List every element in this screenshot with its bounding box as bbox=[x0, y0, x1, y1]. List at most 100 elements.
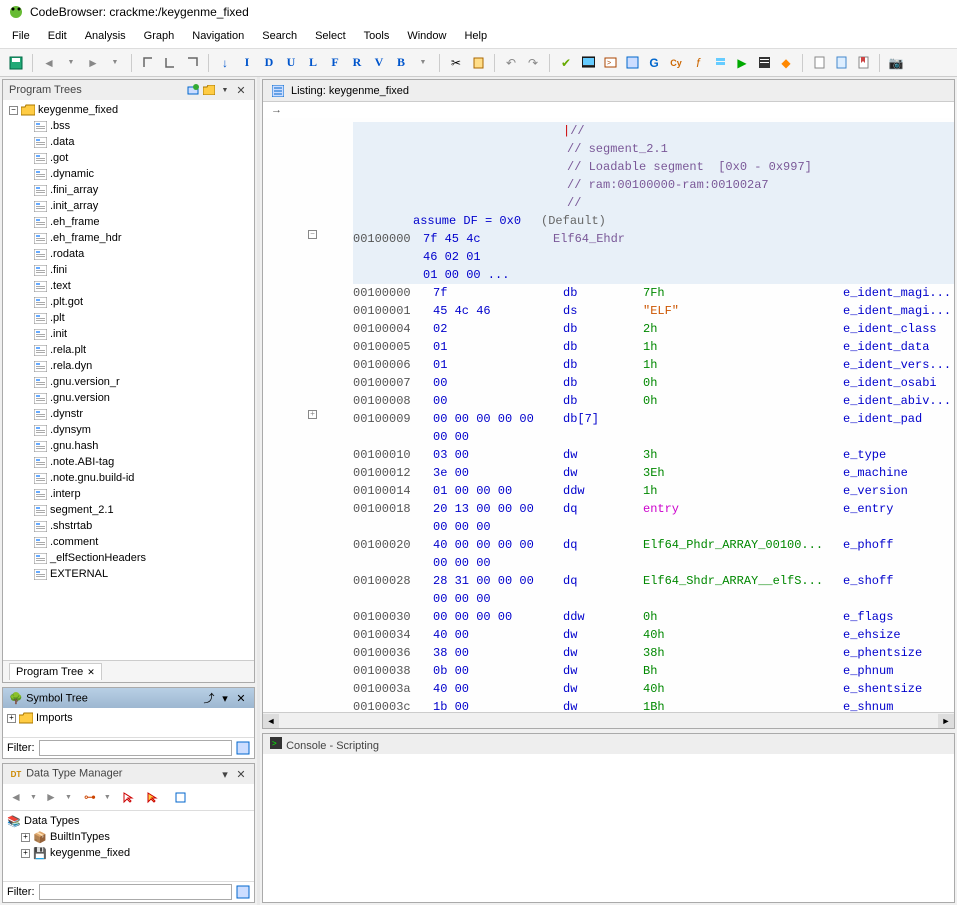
listing-body[interactable]: |// // segment_2.1 // Loadable segment [… bbox=[263, 118, 954, 712]
expand-icon[interactable]: + bbox=[7, 714, 16, 723]
cursor2-icon[interactable] bbox=[143, 787, 163, 807]
paste-icon[interactable] bbox=[468, 53, 488, 73]
close-icon[interactable]: ✕ bbox=[234, 767, 248, 781]
tree-node-section[interactable]: .fini_array bbox=[31, 182, 252, 198]
asm-line[interactable]: 0010002828 31 00 00 00dqElf64_Shdr_ARRAY… bbox=[353, 572, 954, 590]
dt-tree[interactable]: 📚 Data Types + 📦 BuiltInTypes + 💾 keygen… bbox=[3, 811, 254, 881]
listing-hscroll[interactable]: ◄ ► bbox=[263, 712, 954, 728]
box-icon[interactable] bbox=[171, 787, 191, 807]
tree-node-imports[interactable]: + Imports bbox=[5, 710, 252, 726]
tree-node-section[interactable]: _elfSectionHeaders bbox=[31, 550, 252, 566]
tree-node-program[interactable]: + 💾 keygenme_fixed bbox=[19, 845, 252, 861]
doc1-icon[interactable] bbox=[809, 53, 829, 73]
tree-node-section[interactable]: .rodata bbox=[31, 246, 252, 262]
cursor-icon[interactable] bbox=[119, 787, 139, 807]
goto-icon[interactable]: ⤴ bbox=[202, 691, 216, 705]
dropdown-icon[interactable]: ▼ bbox=[218, 83, 232, 97]
asm-line[interactable]: 00 00 00 bbox=[353, 554, 954, 572]
asm-line[interactable]: 0010000145 4c 46ds"ELF"e_ident_magi... bbox=[353, 302, 954, 320]
collapse-icon[interactable]: − bbox=[9, 106, 18, 115]
console-icon[interactable]: > bbox=[600, 53, 620, 73]
tree-node-section[interactable]: .got bbox=[31, 150, 252, 166]
menu-edit[interactable]: Edit bbox=[40, 26, 75, 46]
tree-node-section[interactable]: .plt.got bbox=[31, 294, 252, 310]
asm-line[interactable]: 0010002040 00 00 00 00dqElf64_Phdr_ARRAY… bbox=[353, 536, 954, 554]
symbol-tree[interactable]: + Imports bbox=[3, 708, 254, 737]
back-drop-icon[interactable]: ▼ bbox=[61, 53, 81, 73]
back-icon[interactable]: ◄ bbox=[6, 787, 26, 807]
play-icon[interactable]: ▶ bbox=[732, 53, 752, 73]
tree-node-section[interactable]: .text bbox=[31, 278, 252, 294]
tree-node-section[interactable]: .shstrtab bbox=[31, 518, 252, 534]
tree-node-section[interactable]: .note.gnu.build-id bbox=[31, 470, 252, 486]
display-icon[interactable] bbox=[578, 53, 598, 73]
nav-right-icon[interactable] bbox=[182, 53, 202, 73]
close-icon[interactable]: ✕ bbox=[234, 83, 248, 97]
filter-options-icon[interactable] bbox=[236, 885, 250, 899]
letter-b-icon[interactable]: B bbox=[391, 53, 411, 73]
bookmark-icon[interactable] bbox=[853, 53, 873, 73]
tree-node-section[interactable]: .dynstr bbox=[31, 406, 252, 422]
tree-icon[interactable]: ⊶ bbox=[80, 787, 100, 807]
dt-filter-input[interactable] bbox=[39, 884, 233, 900]
tree-node-section[interactable]: .rela.dyn bbox=[31, 358, 252, 374]
tree-node-section[interactable]: .dynsym bbox=[31, 422, 252, 438]
fwd-drop-icon[interactable]: ▼ bbox=[105, 53, 125, 73]
menu-search[interactable]: Search bbox=[254, 26, 305, 46]
tree-node-section[interactable]: segment_2.1 bbox=[31, 502, 252, 518]
asm-line[interactable]: 001000380b 00dwBhe_phnum bbox=[353, 662, 954, 680]
letter-d-icon[interactable]: D bbox=[259, 53, 279, 73]
filter-options-icon[interactable] bbox=[236, 741, 250, 755]
back-icon[interactable]: ◄ bbox=[39, 53, 59, 73]
arrow-down-icon[interactable]: ↓ bbox=[215, 53, 235, 73]
menu-icon[interactable]: ▾ bbox=[218, 767, 232, 781]
nav-down-icon[interactable] bbox=[160, 53, 180, 73]
menu-help[interactable]: Help bbox=[456, 26, 495, 46]
redo-icon[interactable]: ↷ bbox=[523, 53, 543, 73]
tree-node-builtin[interactable]: + 📦 BuiltInTypes bbox=[19, 829, 252, 845]
tree-node-section[interactable]: .gnu.hash bbox=[31, 438, 252, 454]
asm-line[interactable]: 0010000700db0he_ident_osabi bbox=[353, 374, 954, 392]
asm-line[interactable]: 0010000800db0he_ident_abiv... bbox=[353, 392, 954, 410]
tree-node-section[interactable]: .eh_frame_hdr bbox=[31, 230, 252, 246]
asm-line[interactable]: 0010003638 00dw38he_phentsize bbox=[353, 644, 954, 662]
letter-l-icon[interactable]: L bbox=[303, 53, 323, 73]
asm-line[interactable]: 0010000402db2he_ident_class bbox=[353, 320, 954, 338]
fwd-icon[interactable]: ► bbox=[83, 53, 103, 73]
asm-line[interactable]: 001000007fdb7Fhe_ident_magi... bbox=[353, 284, 954, 302]
asm-line[interactable]: 0010003000 00 00 00ddw0he_flags bbox=[353, 608, 954, 626]
save-icon[interactable] bbox=[6, 53, 26, 73]
tree-node-section[interactable]: .comment bbox=[31, 534, 252, 550]
check-icon[interactable]: ✔ bbox=[556, 53, 576, 73]
tab-close-icon[interactable]: ✕ bbox=[87, 667, 95, 678]
asm-line[interactable]: 0010000601db1he_ident_vers... bbox=[353, 356, 954, 374]
tree-node-section[interactable]: .bss bbox=[31, 118, 252, 134]
fwd-icon[interactable]: ► bbox=[41, 787, 61, 807]
tree-root-node[interactable]: − keygenme_fixed bbox=[7, 102, 252, 118]
asm-line[interactable]: 0010001820 13 00 00 00dqentrye_entry bbox=[353, 500, 954, 518]
tree-node-datatypes[interactable]: 📚 Data Types bbox=[5, 813, 252, 829]
menu-window[interactable]: Window bbox=[399, 26, 454, 46]
refresh-icon[interactable] bbox=[186, 83, 200, 97]
stack-icon[interactable] bbox=[710, 53, 730, 73]
asm-line[interactable]: 00 00 00 bbox=[353, 518, 954, 536]
menu-graph[interactable]: Graph bbox=[136, 26, 183, 46]
snapshot-icon[interactable]: 📷 bbox=[886, 53, 906, 73]
tree-node-section[interactable]: .plt bbox=[31, 310, 252, 326]
asm-line[interactable]: 001000123e 00dw3Ehe_machine bbox=[353, 464, 954, 482]
cy-icon[interactable]: Cy bbox=[666, 53, 686, 73]
letter-r-icon[interactable]: R bbox=[347, 53, 367, 73]
tree-node-section[interactable]: .dynamic bbox=[31, 166, 252, 182]
menu-tools[interactable]: Tools bbox=[356, 26, 398, 46]
scroll-left-icon[interactable]: ◄ bbox=[263, 714, 279, 728]
tree-node-section[interactable]: .init_array bbox=[31, 198, 252, 214]
cut-icon[interactable]: ✂ bbox=[446, 53, 466, 73]
letter-b-drop-icon[interactable]: ▼ bbox=[413, 53, 433, 73]
tree-node-section[interactable]: .gnu.version bbox=[31, 390, 252, 406]
asm-line[interactable]: 0010003440 00dw40he_ehsize bbox=[353, 626, 954, 644]
expand-icon[interactable]: + bbox=[21, 849, 30, 858]
fn-icon[interactable]: f bbox=[688, 53, 708, 73]
asm-line[interactable]: 0010001003 00dw3he_type bbox=[353, 446, 954, 464]
menu-navigation[interactable]: Navigation bbox=[184, 26, 252, 46]
asm-line[interactable]: 00 00 00 bbox=[353, 590, 954, 608]
